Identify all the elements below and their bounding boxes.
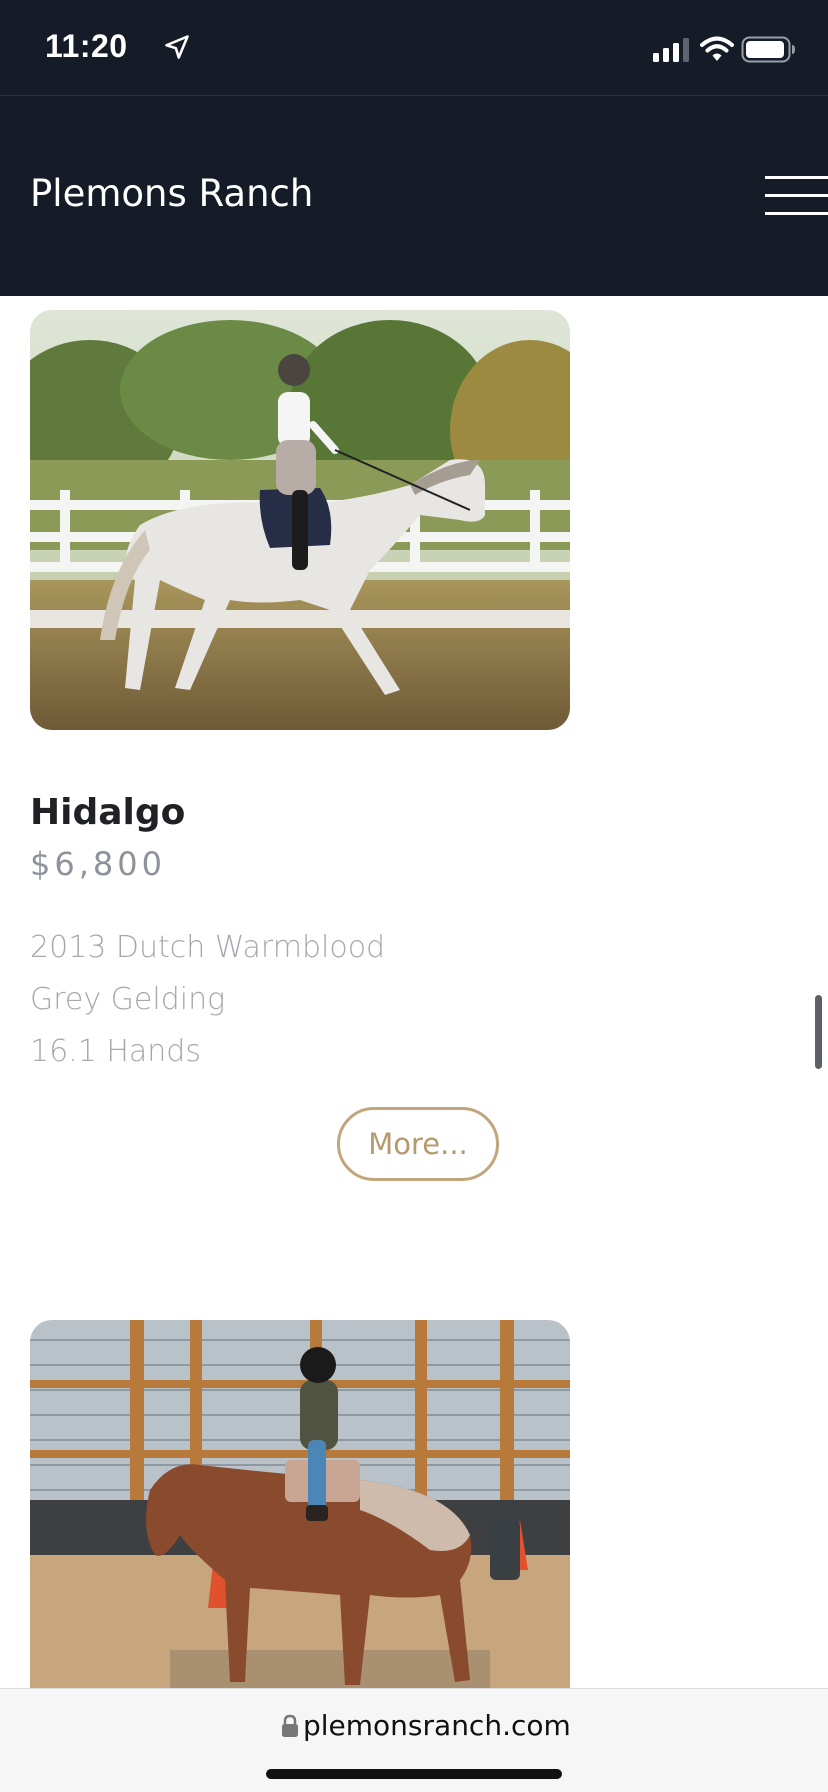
- hamburger-menu-icon[interactable]: [765, 176, 828, 216]
- battery-icon: [741, 36, 795, 63]
- horse-price: $6,800: [30, 845, 166, 883]
- status-bar: 11:20: [0, 0, 828, 96]
- detail-color-sex: Grey Gelding: [30, 982, 226, 1017]
- detail-height: 16.1 Hands: [30, 1034, 201, 1069]
- wifi-icon: [700, 36, 734, 61]
- page-scrollbar[interactable]: [815, 995, 822, 1069]
- location-arrow-icon: [165, 35, 189, 59]
- horse-photo-hidalgo[interactable]: [30, 310, 570, 730]
- site-title[interactable]: Plemons Ranch: [30, 172, 313, 215]
- home-indicator[interactable]: [266, 1769, 562, 1779]
- more-button[interactable]: More...: [337, 1107, 499, 1181]
- site-header: Plemons Ranch: [0, 96, 828, 296]
- status-time: 11:20: [45, 28, 128, 64]
- detail-breed: 2013 Dutch Warmblood: [30, 930, 386, 965]
- url-text[interactable]: plemonsranch.com: [303, 1709, 571, 1742]
- browser-address-bar[interactable]: plemonsranch.com: [0, 1688, 828, 1792]
- horse-name: Hidalgo: [30, 792, 186, 833]
- cellular-signal-icon: [653, 38, 689, 62]
- lock-icon: [282, 1714, 298, 1737]
- horse-photo-second-listing[interactable]: [30, 1320, 570, 1700]
